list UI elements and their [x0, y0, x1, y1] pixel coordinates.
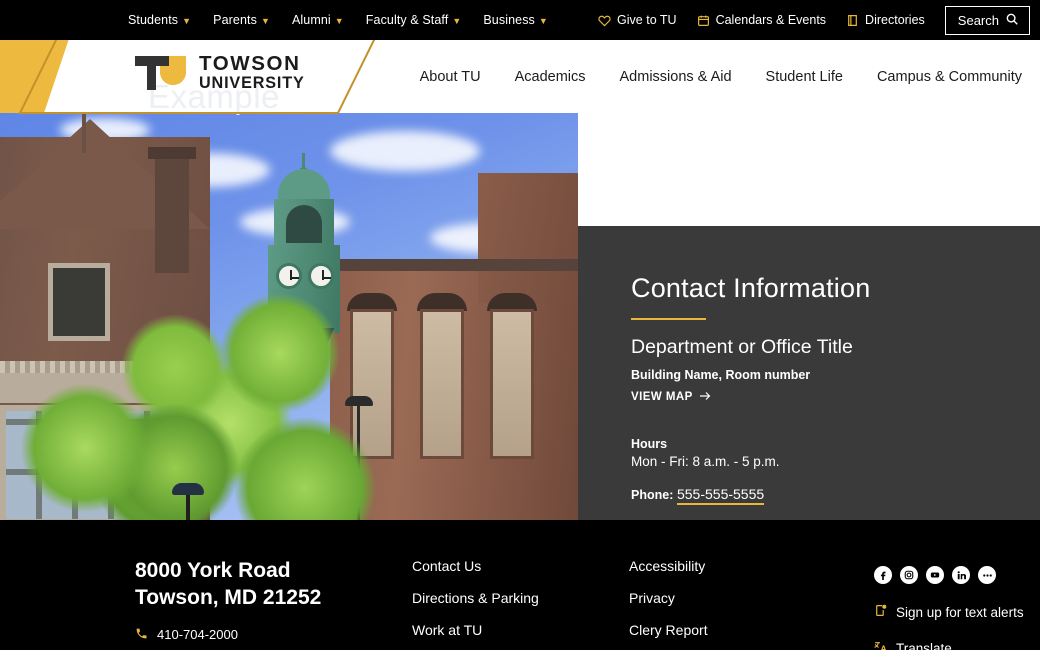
chevron-down-icon: ▼	[334, 15, 344, 26]
utility-item-label: Alumni	[291, 13, 331, 27]
utility-item-faculty-staff[interactable]: Faculty & Staff ▼	[366, 13, 462, 27]
tower-colonnade	[274, 199, 334, 249]
nav-item-about-tu[interactable]: About TU	[420, 69, 481, 85]
tu-wordmark: TOWSON UNIVERSITY	[199, 52, 305, 93]
contact-title: Contact Information	[631, 273, 871, 303]
book-icon	[846, 14, 859, 27]
give-to-tu-label: Give to TU	[617, 13, 677, 27]
utility-item-alumni[interactable]: Alumni ▼	[292, 13, 344, 27]
chevron-down-icon: ▼	[538, 15, 548, 26]
tall-window	[420, 309, 464, 459]
footer-link-directions-parking[interactable]: Directions & Parking	[412, 590, 539, 606]
utility-item-label: Business	[483, 13, 535, 27]
nav-item-student-life[interactable]: Student Life	[766, 69, 843, 85]
youtube-icon[interactable]	[926, 566, 944, 584]
page-root: Students ▼ Parents ▼ Alumni ▼ Faculty & …	[0, 0, 1040, 650]
footer-phone-label: 410-704-2000	[157, 627, 238, 643]
mobile-alert-icon	[874, 604, 887, 620]
footer-links-column-1: Contact Us Directions & Parking Work at …	[412, 558, 539, 638]
utility-item-business[interactable]: Business ▼	[483, 13, 548, 27]
tu-logo-link[interactable]: TOWSON UNIVERSITY	[134, 52, 305, 94]
translate-link[interactable]: Translate	[874, 640, 1024, 650]
chevron-down-icon: ▼	[182, 15, 192, 26]
chevron-down-icon: ▼	[452, 15, 462, 26]
address-line-1: 8000 York Road	[135, 559, 291, 582]
lamp-head	[172, 483, 204, 495]
tall-window	[490, 309, 534, 459]
directories-label: Directories	[865, 13, 925, 27]
phone-row: Phone: 555-555-5555	[631, 486, 1016, 505]
hours-value: Mon - Fri: 8 a.m. - 5 p.m.	[631, 454, 780, 469]
facebook-icon[interactable]	[874, 566, 892, 584]
nav-item-campus-community[interactable]: Campus & Community	[877, 69, 1022, 85]
calendars-events-label: Calendars & Events	[715, 13, 827, 27]
department-title: Department or Office Title	[631, 336, 853, 358]
hours-label: Hours	[631, 437, 668, 451]
foreground-tree-lower	[0, 343, 240, 520]
site-footer: 8000 York Road Towson, MD 21252 410-704-…	[0, 520, 1040, 650]
utility-item-label: Students	[128, 13, 179, 27]
address-line-2: Towson, MD 21252	[135, 586, 322, 610]
heart-icon	[598, 14, 611, 27]
utility-nav-left: Students ▼ Parents ▼ Alumni ▼ Faculty & …	[128, 0, 548, 40]
utility-nav-bar: Students ▼ Parents ▼ Alumni ▼ Faculty & …	[0, 0, 1040, 40]
utility-item-parents[interactable]: Parents ▼	[213, 13, 270, 27]
give-to-tu-link[interactable]: Give to TU	[598, 13, 677, 27]
calendar-icon	[697, 14, 710, 27]
calendars-events-link[interactable]: Calendars & Events	[697, 13, 826, 27]
search-icon	[1005, 12, 1019, 29]
utility-nav-right: Give to TU Calendars & Events Directorie…	[598, 0, 1030, 40]
translate-label: Translate	[896, 640, 952, 650]
lamp-post	[186, 493, 190, 520]
directories-link[interactable]: Directories	[846, 13, 925, 27]
main-nav: About TU Academics Admissions & Aid Stud…	[420, 40, 1022, 113]
text-alerts-label: Sign up for text alerts	[896, 604, 1024, 620]
tu-monogram-icon	[134, 52, 190, 94]
chevron-down-icon: ▼	[260, 15, 270, 26]
more-icon[interactable]	[978, 566, 996, 584]
nav-item-academics[interactable]: Academics	[515, 69, 586, 85]
footer-phone-link[interactable]: 410-704-2000	[135, 627, 321, 643]
footer-link-work-at-tu[interactable]: Work at TU	[412, 622, 539, 638]
phone-label: Phone:	[631, 488, 674, 502]
phone-link[interactable]: 555-555-5555	[676, 486, 765, 505]
view-map-label: VIEW MAP	[631, 391, 693, 403]
utility-item-students[interactable]: Students ▼	[128, 13, 191, 27]
building-room: Building Name, Room number	[631, 368, 811, 382]
text-alerts-link[interactable]: Sign up for text alerts	[874, 604, 1024, 620]
linkedin-icon[interactable]	[952, 566, 970, 584]
footer-right-column: Sign up for text alerts Translate	[874, 566, 1024, 650]
gable-spire	[82, 113, 86, 153]
building-right-upper	[478, 173, 578, 303]
search-button-label: Search	[957, 12, 999, 28]
view-map-link[interactable]: VIEW MAP	[631, 391, 711, 404]
footer-link-accessibility[interactable]: Accessibility	[629, 558, 708, 574]
footer-address: 8000 York Road Towson, MD 21252 410-704-…	[135, 557, 321, 643]
utility-item-label: Parents	[213, 13, 257, 27]
campus-photo	[0, 113, 578, 520]
footer-social-links	[874, 566, 1024, 584]
translate-icon	[874, 640, 887, 650]
utility-item-label: Faculty & Staff	[365, 13, 449, 27]
gold-divider	[631, 318, 706, 320]
search-button[interactable]: Search	[944, 5, 1030, 35]
chimney	[155, 153, 189, 273]
cloud	[330, 131, 480, 171]
logo-line-1: TOWSON	[199, 52, 301, 76]
tower-dome	[278, 169, 330, 203]
arrow-right-icon	[699, 391, 711, 404]
footer-link-contact-us[interactable]: Contact Us	[412, 558, 539, 574]
footer-links-column-2: Accessibility Privacy Clery Report	[629, 558, 708, 638]
phone-icon	[135, 627, 148, 643]
footer-link-clery-report[interactable]: Clery Report	[629, 622, 708, 638]
logo-line-2: UNIVERSITY	[199, 74, 305, 93]
footer-link-privacy[interactable]: Privacy	[629, 590, 708, 606]
hero-section: Contact Information Department or Office…	[0, 113, 1040, 633]
instagram-icon[interactable]	[900, 566, 918, 584]
nav-item-admissions-aid[interactable]: Admissions & Aid	[620, 69, 732, 85]
chimney-cap	[148, 147, 196, 159]
